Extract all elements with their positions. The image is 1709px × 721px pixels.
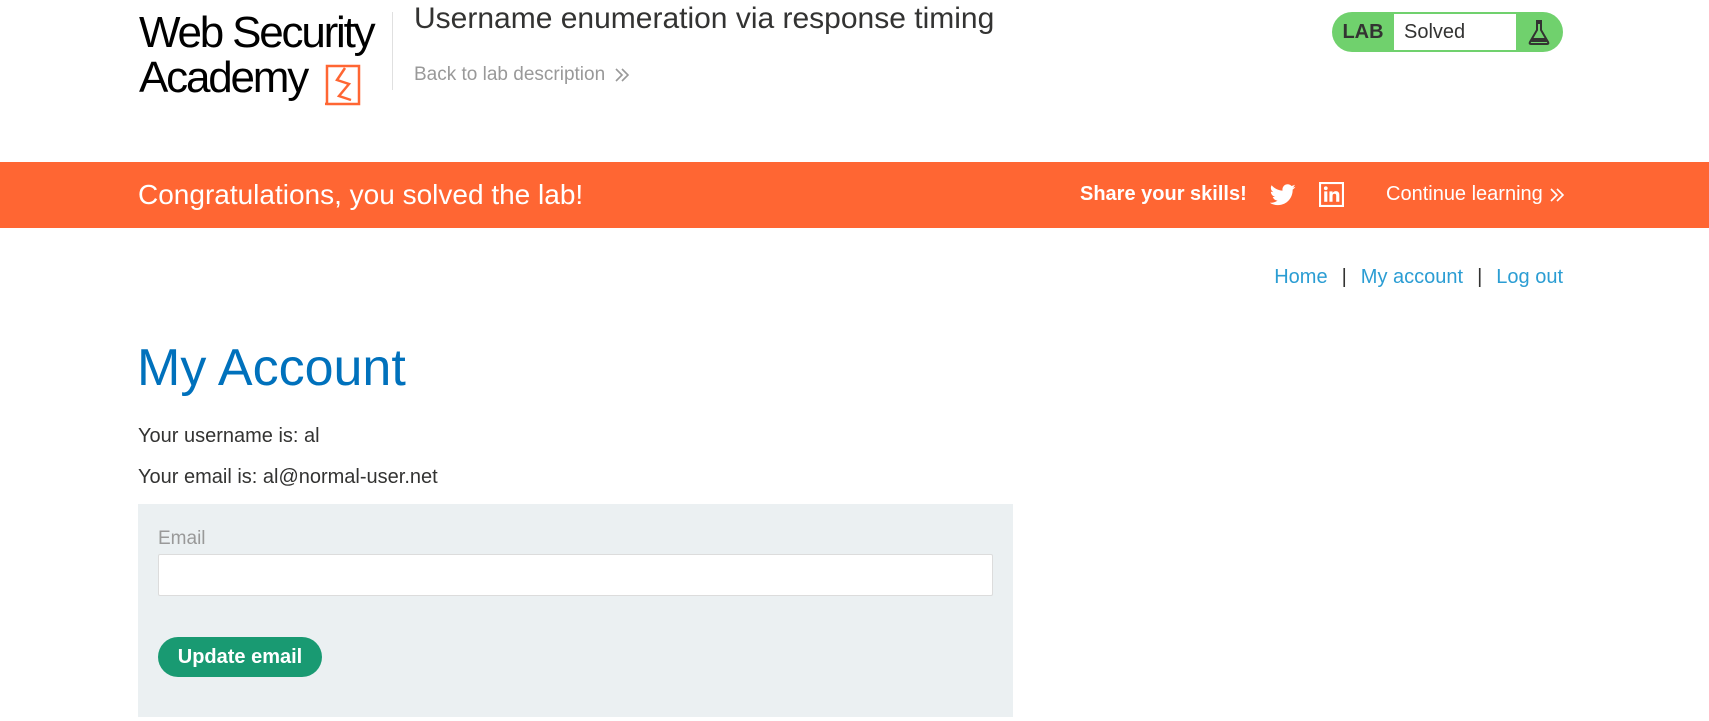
email-input[interactable]: [158, 554, 993, 596]
logo-line-1: Web Security: [139, 8, 376, 57]
nav-separator: |: [1477, 266, 1483, 288]
nav-separator: |: [1341, 266, 1347, 288]
congratulations-message: Congratulations, you solved the lab!: [138, 179, 584, 210]
nav-my-account-link[interactable]: My account: [1361, 266, 1463, 289]
nav-home-link[interactable]: Home: [1274, 266, 1327, 289]
header: Web Security Academy Username enumeratio…: [0, 0, 1709, 162]
continue-learning-link[interactable]: Continue learning: [1386, 183, 1565, 206]
back-to-lab-description-link[interactable]: Back to lab description: [414, 64, 630, 86]
continue-learning-label: Continue learning: [1386, 183, 1543, 205]
double-chevron-right-icon: [615, 68, 630, 82]
email-field-label: Email: [158, 528, 206, 549]
flask-icon: [1516, 12, 1561, 52]
back-link-label: Back to lab description: [414, 64, 606, 85]
update-email-button[interactable]: Update email: [158, 637, 322, 677]
share-skills-label: Share your skills!: [1080, 183, 1247, 205]
change-email-form: Email Update email: [138, 504, 1013, 717]
username-info: Your username is: al: [138, 425, 320, 447]
double-chevron-right-icon: [1550, 187, 1564, 202]
page-title: My Account: [137, 339, 406, 397]
lab-tag: LAB: [1342, 20, 1384, 43]
account-nav: Home | My account | Log out: [1274, 266, 1563, 289]
logo-mark-icon: [325, 64, 361, 106]
lab-title: Username enumeration via response timing: [414, 2, 995, 35]
congratulations-banner: Congratulations, you solved the lab! Sha…: [0, 162, 1709, 228]
lab-status-widget: LAB Solved: [1332, 12, 1563, 52]
email-info: Your email is: al@normal-user.net: [138, 466, 438, 488]
twitter-icon[interactable]: [1270, 183, 1296, 207]
web-security-academy-logo[interactable]: Web Security Academy: [139, 8, 394, 106]
linkedin-icon[interactable]: [1319, 182, 1344, 207]
nav-log-out-link[interactable]: Log out: [1496, 266, 1563, 289]
logo-divider: [392, 12, 393, 90]
lab-state: Solved: [1394, 14, 1516, 50]
